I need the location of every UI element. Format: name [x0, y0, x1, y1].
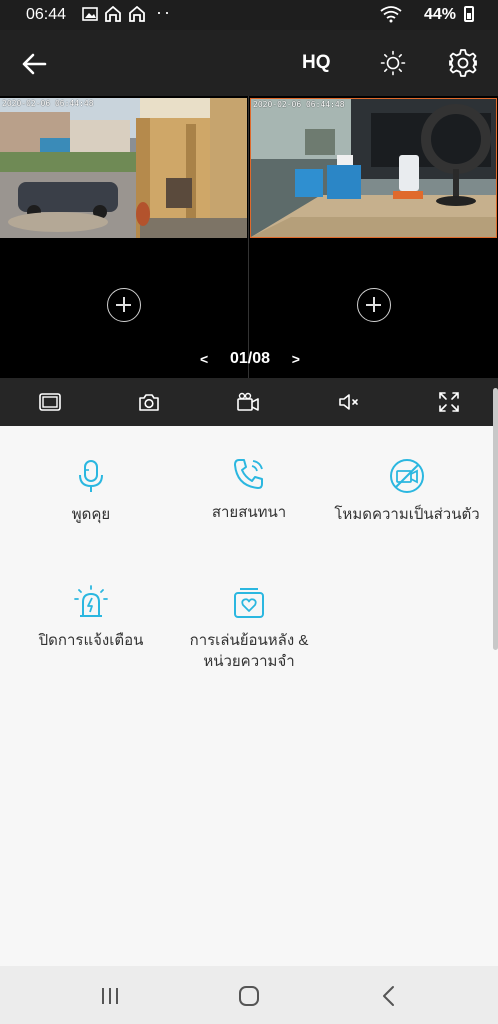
alarm-off-label: ปิดการแจ้งเตือน — [38, 632, 144, 649]
home-app-icon — [105, 6, 121, 22]
quality-toggle-button[interactable]: HQ — [302, 52, 331, 74]
fullscreen-icon[interactable] — [437, 390, 461, 414]
voice-call-action[interactable]: สายสนทนา — [164, 456, 334, 523]
snapshot-camera-icon[interactable] — [137, 390, 161, 414]
settings-gear-icon[interactable] — [448, 48, 478, 78]
scrollbar[interactable] — [493, 388, 498, 650]
home-button-icon[interactable] — [237, 984, 261, 1008]
page-number: 01/08 — [229, 350, 271, 367]
recent-apps-icon[interactable] — [98, 984, 122, 1008]
camera-grid: 2020-02-06 06:44:48 2020-02-06 06:44:48 … — [0, 96, 498, 378]
gallery-icon — [82, 7, 98, 21]
add-camera-slot-4-icon[interactable] — [357, 288, 391, 322]
talk-label: พูดคุย — [71, 506, 111, 523]
camera-feed-2-timestamp: 2020-02-06 06:44:48 — [253, 100, 345, 109]
privacy-mode-action[interactable]: โหมดความเป็นส่วนตัว — [322, 458, 492, 525]
status-notification-icons — [82, 6, 146, 22]
live-view-toolbar — [0, 378, 498, 426]
phone-call-icon — [234, 459, 263, 489]
microphone-icon — [79, 460, 103, 492]
camera-feed-1-image — [0, 98, 247, 238]
voice-call-label: สายสนทนา — [211, 504, 287, 521]
next-page-button[interactable]: > — [292, 351, 300, 367]
back-arrow-icon[interactable] — [20, 50, 48, 78]
camera-feed-2-image — [251, 99, 496, 237]
single-view-icon[interactable] — [38, 390, 62, 414]
status-more-dots: ·· — [156, 2, 172, 22]
battery-icon — [464, 6, 474, 22]
action-panel: พูดคุย สายสนทนา โหมดความเป็นส่วนตัว ปิดก… — [0, 426, 498, 966]
playback-icon — [234, 588, 264, 618]
add-camera-slot-3-icon[interactable] — [107, 288, 141, 322]
wifi-icon — [380, 6, 402, 23]
camera-feed-1[interactable]: 2020-02-06 06:44:48 — [0, 98, 247, 238]
alarm-icon — [74, 585, 108, 617]
record-video-icon[interactable] — [236, 390, 260, 414]
privacy-mode-label: โหมดความเป็นส่วนตัว — [334, 506, 480, 523]
page-indicator: < 01/08 > — [200, 349, 300, 369]
mute-speaker-icon[interactable] — [337, 390, 361, 414]
brightness-icon[interactable] — [380, 50, 406, 76]
home-app-icon-2 — [129, 6, 145, 22]
status-time: 06:44 — [26, 6, 67, 23]
camera-feed-2[interactable]: 2020-02-06 06:44:48 — [250, 98, 497, 238]
alarm-off-action[interactable]: ปิดการแจ้งเตือน — [6, 584, 176, 651]
playback-memory-label: การเล่นย้อนหลัง & หน่วยความจำ — [164, 630, 334, 672]
system-navigation-bar — [0, 966, 498, 1024]
back-nav-icon[interactable] — [377, 984, 401, 1008]
privacy-mode-icon — [390, 459, 424, 493]
playback-memory-action[interactable]: การเล่นย้อนหลัง & หน่วยความจำ — [164, 584, 334, 672]
talk-action[interactable]: พูดคุย — [6, 458, 176, 525]
app-header: HQ — [0, 30, 498, 96]
camera-feed-1-timestamp: 2020-02-06 06:44:48 — [2, 99, 94, 108]
status-bar: 06:44 ·· 44% — [0, 0, 498, 30]
playback-label-line1: การเล่นย้อนหลัง & — [189, 632, 309, 649]
grid-divider — [248, 96, 249, 378]
prev-page-button[interactable]: < — [200, 351, 208, 367]
playback-label-line2: หน่วยความจำ — [203, 653, 295, 670]
battery-percentage: 44% — [424, 6, 457, 23]
